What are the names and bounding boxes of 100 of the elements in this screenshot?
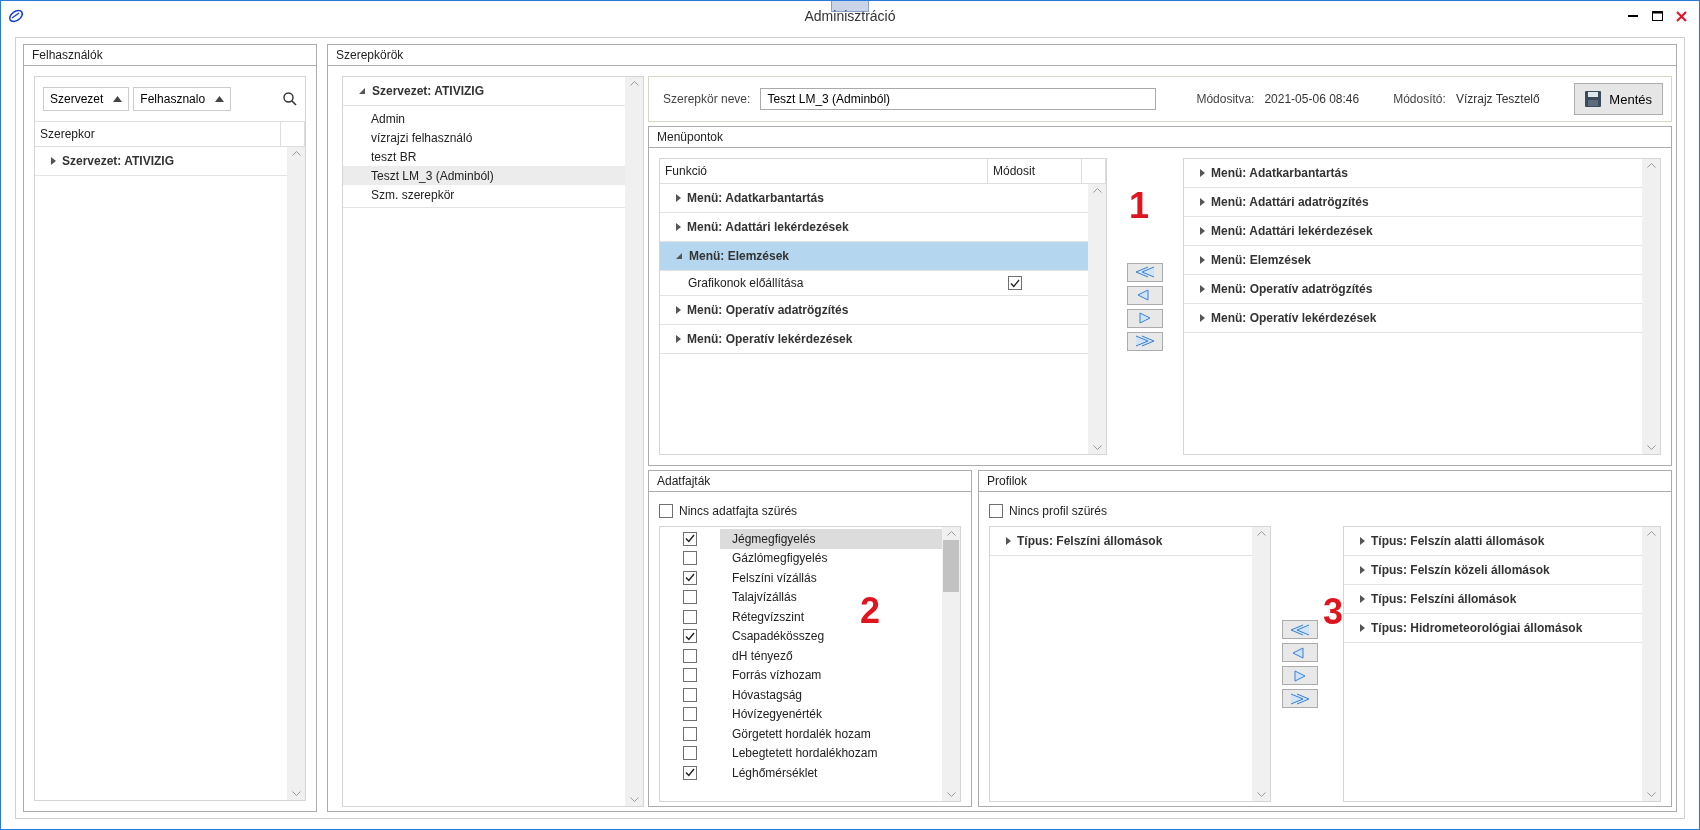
role-item[interactable]: Admin <box>343 109 625 128</box>
checkbox[interactable] <box>683 570 697 585</box>
column-header[interactable]: Funkció <box>660 159 988 183</box>
checkbox[interactable] <box>683 746 697 761</box>
role-name-field[interactable]: Teszt LM_3 (Adminból) <box>760 88 1157 110</box>
sort-filter-chip[interactable]: Szervezet <box>43 87 130 111</box>
data-type-item[interactable]: Hóvízegyenérték <box>720 704 827 724</box>
menu-group-row[interactable]: Menü: Elemzések <box>660 242 1088 271</box>
tree-group-row[interactable]: Típus: Felszíni állomások <box>1344 585 1642 614</box>
role-item[interactable]: teszt BR <box>343 147 625 166</box>
scroll-down-icon[interactable] <box>946 792 956 797</box>
drag-handle[interactable] <box>831 1 869 12</box>
collapsed-triangle-icon[interactable] <box>1200 285 1205 293</box>
scrollbar[interactable] <box>1642 527 1660 801</box>
checkbox[interactable] <box>683 551 697 566</box>
checkbox[interactable] <box>683 687 697 702</box>
checkbox[interactable] <box>683 726 697 741</box>
data-type-item[interactable]: dH tényező <box>720 646 797 666</box>
tree-group-row[interactable]: Menü: Adatkarbantartás <box>1184 159 1642 188</box>
tree-group-row[interactable]: Menü: Elemzések <box>1184 246 1642 275</box>
search-icon[interactable] <box>283 92 297 106</box>
scroll-down-icon[interactable] <box>1092 445 1102 450</box>
collapsed-triangle-icon[interactable] <box>1360 566 1365 574</box>
tree-group-row[interactable]: Típus: Felszín közeli állomások <box>1344 556 1642 585</box>
menu-group-row[interactable]: Menü: Adatkarbantartás <box>660 184 1088 213</box>
data-type-item[interactable]: Csapadékösszeg <box>720 626 829 646</box>
data-type-item[interactable]: Hóvastagság <box>720 685 807 705</box>
data-type-item[interactable]: Rétegvízszint <box>720 607 809 627</box>
collapsed-triangle-icon[interactable] <box>1360 595 1365 603</box>
role-item[interactable]: Teszt LM_3 (Adminból) <box>343 166 625 185</box>
menu-group-row[interactable]: Menü: Operatív lekérdezések <box>660 325 1088 354</box>
column-header[interactable]: Szerepkor <box>35 122 281 146</box>
collapsed-triangle-icon[interactable] <box>1006 537 1011 545</box>
data-type-item[interactable]: Jégmegfigyelés <box>720 529 942 549</box>
collapsed-triangle-icon[interactable] <box>1200 227 1205 235</box>
scroll-thumb[interactable] <box>943 540 959 592</box>
move-all-left-button[interactable] <box>1127 262 1163 282</box>
move-all-right-button[interactable] <box>1282 689 1318 708</box>
checkbox[interactable] <box>1008 276 1022 290</box>
collapsed-triangle-icon[interactable] <box>676 306 681 314</box>
collapsed-triangle-icon[interactable] <box>1200 256 1205 264</box>
scroll-up-icon[interactable] <box>291 151 301 156</box>
scrollbar[interactable] <box>287 147 305 800</box>
collapsed-triangle-icon[interactable] <box>676 335 681 343</box>
tree-group-row[interactable]: Menü: Operatív adatrögzítés <box>1184 275 1642 304</box>
tree-group-row[interactable]: Típus: Felszíni állomások <box>990 527 1252 556</box>
scroll-up-icon[interactable] <box>1646 163 1656 168</box>
tree-group-row[interactable]: Szervezet: ATIVIZIG <box>343 77 625 106</box>
role-item[interactable]: vízrajzi felhasználó <box>343 128 625 147</box>
role-item[interactable]: Szm. szerepkör <box>343 185 625 204</box>
checkbox[interactable] <box>683 668 697 683</box>
scrollbar[interactable] <box>1252 527 1270 801</box>
tree-group-row[interactable]: Típus: Hidrometeorológiai állomások <box>1344 614 1642 643</box>
scroll-up-icon[interactable] <box>1256 531 1266 536</box>
checkbox[interactable] <box>683 707 697 722</box>
menu-group-row[interactable]: Menü: Operatív adatrögzítés <box>660 296 1088 325</box>
tree-group-row[interactable]: Szervezet: ATIVIZIG <box>35 147 287 176</box>
data-type-item[interactable]: Léghőmérséklet <box>720 763 822 783</box>
checkbox[interactable] <box>683 531 697 546</box>
scroll-down-icon[interactable] <box>1646 445 1656 450</box>
collapsed-triangle-icon[interactable] <box>1200 169 1205 177</box>
move-right-button[interactable] <box>1127 308 1163 328</box>
move-left-button[interactable] <box>1127 285 1163 305</box>
collapsed-triangle-icon[interactable] <box>676 194 681 202</box>
tree-group-row[interactable]: Menü: Adattári adatrögzítés <box>1184 188 1642 217</box>
scroll-up-icon[interactable] <box>1646 531 1656 536</box>
scroll-down-icon[interactable] <box>291 791 301 796</box>
scroll-up-icon[interactable] <box>629 81 639 86</box>
expanded-triangle-icon[interactable] <box>359 87 366 95</box>
data-type-item[interactable]: Talajvízállás <box>720 587 801 607</box>
scroll-down-icon[interactable] <box>1646 792 1656 797</box>
collapsed-triangle-icon[interactable] <box>1360 537 1365 545</box>
scroll-up-icon[interactable] <box>946 531 956 536</box>
checkbox[interactable] <box>683 648 697 663</box>
collapsed-triangle-icon[interactable] <box>51 157 56 165</box>
checkbox[interactable] <box>683 609 697 624</box>
collapsed-triangle-icon[interactable] <box>1200 198 1205 206</box>
column-header[interactable]: Módosit <box>988 159 1082 183</box>
move-all-right-button[interactable] <box>1127 331 1163 351</box>
move-all-left-button[interactable] <box>1282 620 1318 639</box>
data-type-item[interactable]: Forrás vízhozam <box>720 665 826 685</box>
expanded-triangle-icon[interactable] <box>676 252 683 260</box>
scroll-down-icon[interactable] <box>629 797 639 802</box>
save-button[interactable]: Mentés <box>1574 83 1663 115</box>
checkbox[interactable] <box>683 765 697 780</box>
sort-filter-chip[interactable]: Felhasznalo <box>133 87 232 111</box>
scroll-up-icon[interactable] <box>1092 188 1102 193</box>
checkbox[interactable] <box>683 590 697 605</box>
data-type-item[interactable]: Görgetett hordalék hozam <box>720 724 875 744</box>
collapsed-triangle-icon[interactable] <box>1360 624 1365 632</box>
collapsed-triangle-icon[interactable] <box>1200 314 1205 322</box>
checkbox[interactable] <box>989 504 1003 518</box>
data-type-item[interactable]: Gázlómegfigyelés <box>720 548 832 568</box>
checkbox[interactable] <box>683 629 697 644</box>
data-type-item[interactable]: Felszíni vízállás <box>720 568 821 588</box>
tree-group-row[interactable]: Menü: Adattári lekérdezések <box>1184 217 1642 246</box>
scrollbar[interactable] <box>1642 159 1660 454</box>
tree-group-row[interactable]: Típus: Felszín alatti állomások <box>1344 527 1642 556</box>
data-type-item[interactable]: Lebegtetett hordalékhozam <box>720 743 882 763</box>
scrollbar[interactable] <box>1088 184 1106 454</box>
